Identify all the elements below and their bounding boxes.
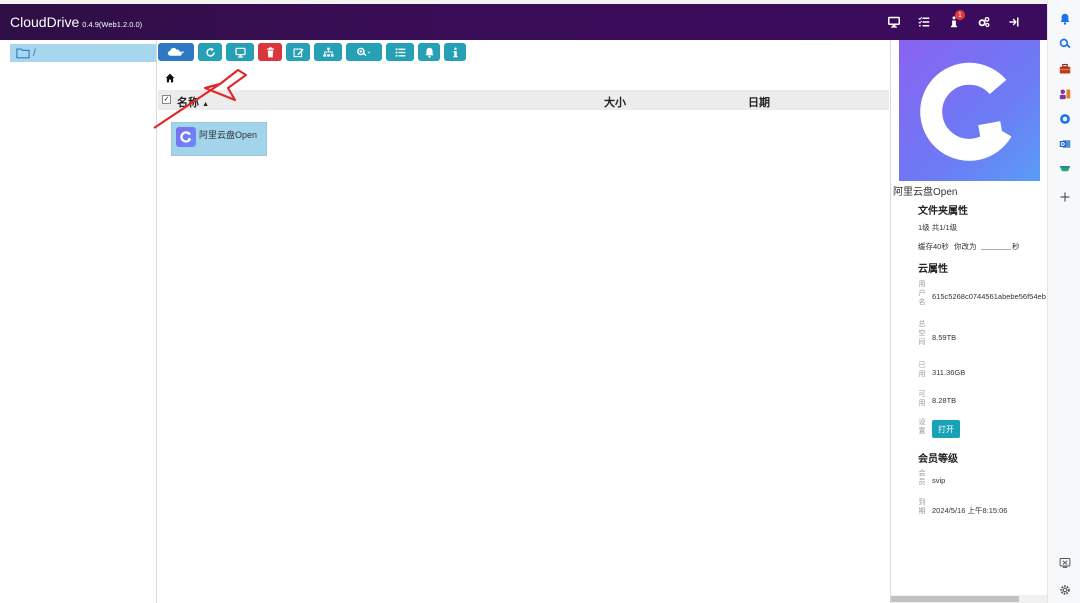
people-icon[interactable] <box>1058 87 1071 100</box>
file-item-name: 阿里云盘Open <box>199 130 258 140</box>
info-button[interactable] <box>444 43 466 61</box>
tree-root-item[interactable]: / <box>10 44 156 62</box>
refresh-button[interactable] <box>198 43 222 61</box>
user-label: 用户名 <box>918 281 926 306</box>
gears-icon[interactable] <box>969 4 999 40</box>
column-size-header[interactable]: 大小 <box>604 94 626 110</box>
bell-icon[interactable] <box>1058 12 1071 25</box>
preview-image <box>899 40 1040 181</box>
rename-button[interactable] <box>286 43 310 61</box>
details-pane: 阿里云盘Open 文件夹属性 1级 共1/1级 缓存40秒 你改为 秒 云属性 … <box>890 40 1048 603</box>
tree-root-label: / <box>33 47 36 59</box>
cloud-props-title: 云属性 <box>918 264 948 275</box>
sitemap-button[interactable] <box>314 43 342 61</box>
used-space-label: 已用 <box>918 362 926 378</box>
user-value: 615c5268c0744561abebe56f54eb <box>932 292 1046 301</box>
task-list-icon[interactable] <box>909 4 939 40</box>
aliyun-drive-icon <box>176 127 196 147</box>
app-title: CloudDrive <box>10 14 80 30</box>
file-browser: ✓ 名称 ▲ 大小 日期 阿里云盘Open <box>158 40 889 603</box>
cloud-menu-button[interactable] <box>158 43 194 61</box>
folder-icon <box>16 48 30 59</box>
info-icon <box>452 46 458 57</box>
logout-icon[interactable] <box>999 4 1029 40</box>
toolbox-icon[interactable] <box>1058 62 1071 75</box>
seconds-unit: 秒 <box>1012 242 1020 251</box>
office-icon[interactable] <box>1058 112 1071 125</box>
available-space-value: 8.28TB <box>932 396 957 405</box>
member-label: 会员 <box>918 470 926 486</box>
cache-seconds-input[interactable] <box>981 239 1011 250</box>
trash-icon <box>266 46 274 57</box>
zoom-in-icon <box>357 47 371 56</box>
column-date-header[interactable]: 日期 <box>748 94 770 110</box>
browser-sidebar <box>1047 0 1080 603</box>
folder-props-title: 文件夹属性 <box>918 206 968 217</box>
setting-label: 设置 <box>918 419 926 435</box>
used-space-value: 311.36GB <box>932 368 966 377</box>
mount-button[interactable] <box>226 43 254 61</box>
total-space-value: 8.59TB <box>932 333 957 342</box>
brand[interactable]: CloudDrive 0.4.9(Web1.2.0.0) <box>10 14 142 30</box>
outlook-icon[interactable] <box>1058 137 1071 150</box>
app-version: 0.4.9(Web1.2.0.0) <box>82 20 143 29</box>
list-view-button[interactable] <box>386 43 414 61</box>
home-icon <box>165 73 175 83</box>
expire-value: 2024/5/16 上午8:15:06 <box>932 506 1008 515</box>
folder-tree-pane: / <box>0 40 157 603</box>
expire-label: 到期 <box>918 499 926 515</box>
zoom-menu-button[interactable] <box>346 43 382 61</box>
settings-gear-icon[interactable] <box>1058 583 1071 596</box>
column-name-header[interactable]: 名称 ▲ <box>177 94 209 110</box>
toolbar <box>158 43 466 61</box>
member-level-title: 会员等级 <box>918 454 958 465</box>
preview-file-name: 阿里云盘Open <box>893 187 958 198</box>
sitemap-icon <box>322 47 334 57</box>
search-icon[interactable] <box>1058 37 1071 50</box>
notification-badge: 1 <box>955 10 965 20</box>
screen-capture-icon[interactable] <box>1058 556 1071 569</box>
shopping-icon[interactable] <box>1058 162 1071 175</box>
folder-props-level: 1级 共1/1级 <box>918 223 958 232</box>
aliyun-drive-logo-icon <box>919 62 1011 161</box>
add-icon[interactable] <box>1058 190 1071 203</box>
list-icon <box>395 47 405 57</box>
top-navbar: CloudDrive 0.4.9(Web1.2.0.0) 1 <box>0 4 1047 40</box>
available-space-label: 可用 <box>918 391 926 407</box>
member-value: svip <box>932 476 946 485</box>
refresh-icon <box>205 47 215 57</box>
monitor-icon[interactable] <box>879 4 909 40</box>
scrollbar-thumb[interactable] <box>891 596 1019 602</box>
file-item[interactable]: 阿里云盘Open <box>171 122 267 156</box>
horizontal-scrollbar[interactable] <box>891 595 1048 603</box>
notify-button[interactable] <box>418 43 440 61</box>
cloud-icon <box>167 47 185 56</box>
bell-icon <box>424 47 434 58</box>
home-breadcrumb[interactable] <box>165 70 175 83</box>
info-icon[interactable]: 1 <box>939 4 969 40</box>
table-header: ✓ 名称 ▲ 大小 日期 <box>158 90 889 110</box>
navbar-actions: 1 <box>879 4 1029 40</box>
open-button[interactable]: 打开 <box>932 420 960 438</box>
edit-icon <box>292 48 304 57</box>
total-space-label: 总空间 <box>918 321 926 346</box>
delete-button[interactable] <box>258 43 282 61</box>
select-all-checkbox[interactable]: ✓ <box>162 95 171 104</box>
monitor-icon <box>234 47 246 58</box>
change-to-label: 你改为 <box>954 242 977 251</box>
cache-seconds: 缓存40秒 <box>918 242 949 251</box>
